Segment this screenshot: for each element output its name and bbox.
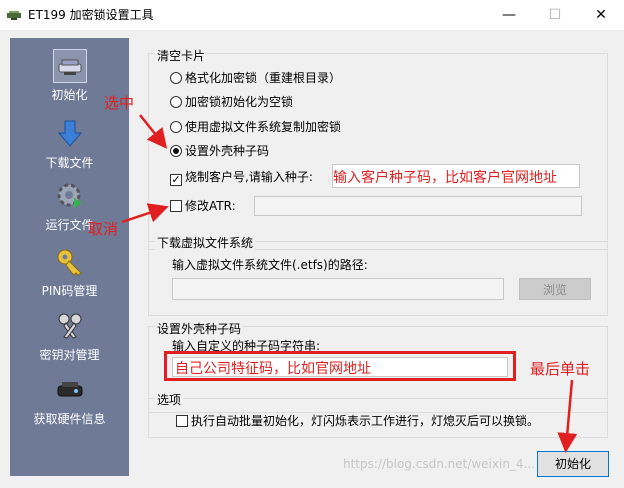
shell-seed-input[interactable]: 自己公司特征码，比如官网地址 <box>172 357 508 377</box>
radio-init-empty[interactable]: 加密锁初始化为空锁 <box>170 94 293 110</box>
shell-seed-title: 设置外壳种子码 <box>155 320 244 337</box>
nav-item-download[interactable]: 下载文件 <box>10 118 129 180</box>
radio-shell-seed[interactable]: 设置外壳种子码 <box>170 143 269 159</box>
key-pair-icon <box>54 310 86 342</box>
nav-item-hardware[interactable]: 获取硬件信息 <box>10 374 129 436</box>
watermark: https://blog.csdn.net/weixin_4... <box>343 457 536 471</box>
download-vfs-title: 下载虚拟文件系统 <box>155 234 256 251</box>
close-button[interactable]: ✕ <box>578 0 624 30</box>
nav-item-label: PIN码管理 <box>41 284 98 298</box>
initialize-button[interactable]: 初始化 <box>537 451 609 477</box>
title-bar: ET199 加密锁设置工具 — ☐ ✕ <box>0 0 624 30</box>
nav-item-label: 密钥对管理 <box>39 348 100 362</box>
radio-format[interactable]: 格式化加密锁（重建根目录） <box>170 70 341 86</box>
burn-customer-checkbox[interactable]: ✓ 烧制客户号,请输入种子: <box>170 169 313 186</box>
app-icon <box>7 11 21 20</box>
radio-indicator-selected <box>170 145 182 157</box>
minimize-button[interactable]: — <box>486 0 532 30</box>
vfs-path-label: 输入虚拟文件系统文件(.etfs)的路径: <box>172 258 368 272</box>
radio-indicator <box>170 72 182 84</box>
browse-button[interactable]: 浏览 <box>519 278 591 300</box>
modify-atr-checkbox[interactable]: 修改ATR: <box>170 198 236 214</box>
shell-seed-value: 自己公司特征码，比如官网地址 <box>175 361 371 377</box>
nav-item-label: 获取硬件信息 <box>33 412 106 426</box>
key-icon <box>54 246 86 278</box>
vfs-path-input[interactable] <box>172 278 504 300</box>
annotation-last-click: 最后单击 <box>530 360 591 378</box>
customer-seed-value: 输入客户种子码，比如客户官网地址 <box>333 170 557 186</box>
nav-item-keypair[interactable]: 密钥对管理 <box>10 310 129 372</box>
checkbox-checked: ✓ <box>170 173 182 186</box>
annotation-cancel: 取消 <box>88 220 119 238</box>
checkbox-unchecked <box>176 415 188 427</box>
usb-key-icon <box>53 49 87 83</box>
gear-run-icon <box>54 180 86 212</box>
download-arrow-icon <box>54 118 86 150</box>
atr-input[interactable] <box>254 196 582 216</box>
nav-item-pin[interactable]: PIN码管理 <box>10 246 129 308</box>
batch-init-checkbox[interactable]: 执行自动批量初始化，灯闪烁表示工作进行，灯熄灭后可以换锁。 <box>176 413 539 429</box>
clear-card-title: 清空卡片 <box>155 47 208 64</box>
radio-vfs-copy[interactable]: 使用虚拟文件系统复制加密锁 <box>170 119 341 135</box>
options-title: 选项 <box>155 391 184 408</box>
nav-item-label: 下载文件 <box>45 156 94 170</box>
maximize-button[interactable]: ☐ <box>532 0 578 30</box>
client-area: 初始化 下载文件 运行文件 PIN码管理 密钥对管理 获取硬件信息 清空卡片 格… <box>0 30 624 488</box>
checkbox-unchecked <box>170 200 182 212</box>
customer-seed-input[interactable]: 输入客户种子码，比如客户官网地址 <box>332 164 580 188</box>
radio-indicator <box>170 96 182 108</box>
radio-indicator <box>170 121 182 133</box>
window-title: ET199 加密锁设置工具 <box>28 8 154 22</box>
annotation-select: 选中 <box>104 94 135 112</box>
hardware-token-icon <box>54 374 86 406</box>
